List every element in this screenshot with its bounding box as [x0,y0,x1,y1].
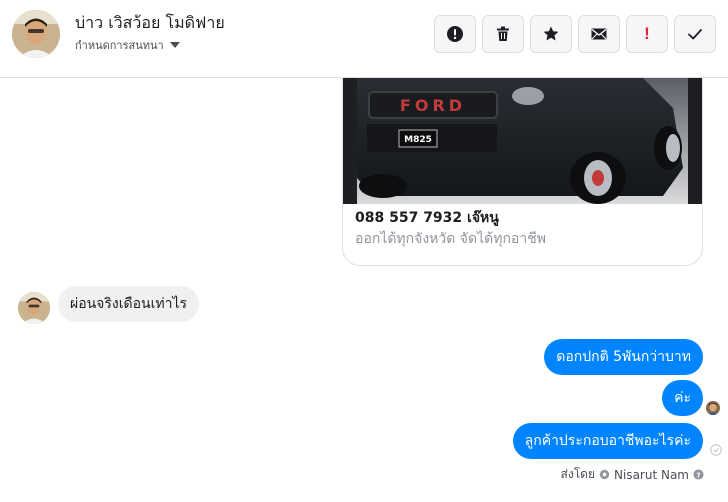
card-title: 088 557 7932 เจ๊หนู [355,210,499,226]
contact-name[interactable]: บ่าว เวิสว้อย โมดิฟาย [75,11,225,36]
sender-name[interactable]: Nisarut Nam [614,468,689,482]
mark-done-button[interactable] [674,15,716,53]
envelope-icon [591,28,607,40]
important-icon: ! [644,24,650,43]
message-bubble-incoming[interactable]: ผ่อนจริงเดือนเท่าไร [58,286,200,322]
svg-text:?: ? [696,470,700,479]
license-plate: M825 [404,135,432,145]
card-description: ออกได้ทุกจังหวัด จัดได้ทุกอาชีพ [355,231,546,247]
report-icon [447,26,463,42]
contact-avatar[interactable] [12,10,60,58]
conversation-toolbar: ! [434,15,716,53]
important-button[interactable]: ! [626,15,668,53]
sent-by-label: ส่งโดย [560,467,595,481]
car-photo[interactable]: FORD M825 [343,78,702,204]
seen-by-avatar [706,401,720,415]
message-bubble-outgoing[interactable]: ดอกปกติ 5พันกว่าบาท [544,339,703,375]
message-bubble-outgoing[interactable]: ลูกค้าประกอบอาชีพอะไรค่ะ [512,423,703,459]
conversation-settings-dropdown[interactable]: กำหนดการสนทนา [75,36,180,54]
caret-down-icon [169,42,180,48]
delete-button[interactable] [482,15,524,53]
star-button[interactable] [530,15,572,53]
conversation-header: บ่าว เวิสว้อย โมดิฟาย กำหนดการสนทนา ! [0,0,728,78]
message-bubble-outgoing[interactable]: ค่ะ [662,380,703,416]
report-button[interactable] [434,15,476,53]
help-icon[interactable]: ? [693,469,704,480]
sender-avatar[interactable] [18,292,50,324]
conversation-settings-label: กำหนดการสนทนา [75,39,164,52]
trash-icon [497,26,509,41]
checkmark-icon [688,29,702,40]
star-icon [543,26,559,41]
mark-unread-button[interactable] [578,15,620,53]
svg-text:FORD: FORD [400,96,466,115]
settings-gear-icon [599,469,610,480]
shared-post-card[interactable]: FORD M825 088 557 7932 เจ๊หนู ออกได้ทุกจ… [342,78,703,266]
sent-by-info: ส่งโดย Nisarut Nam ? [561,465,704,484]
sent-check-icon [710,444,722,456]
